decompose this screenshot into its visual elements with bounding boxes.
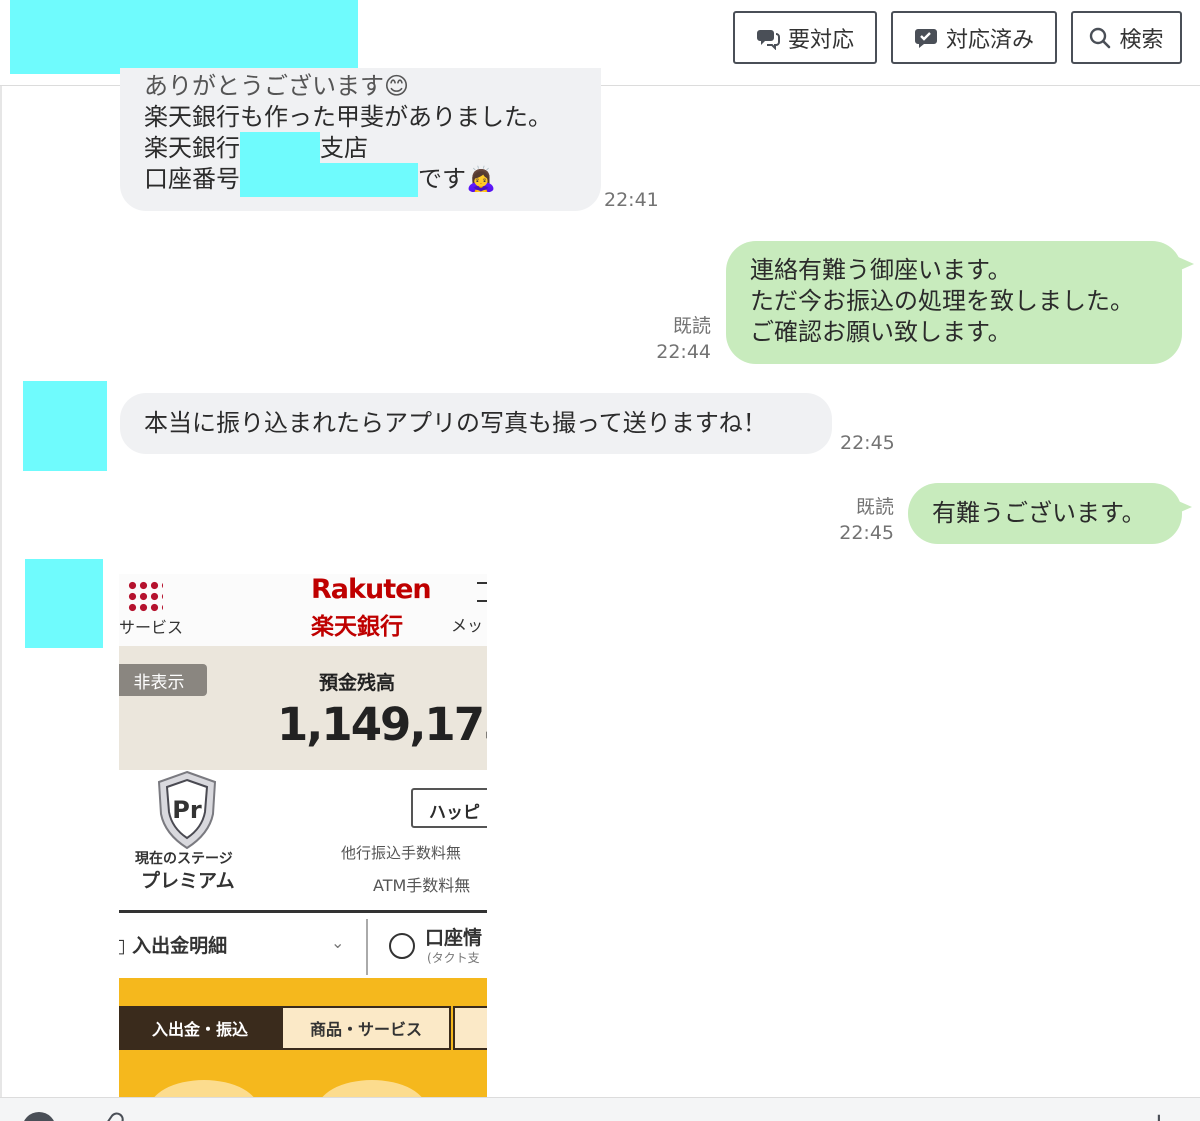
tab-products-services-label: 商品・サービス (309, 1020, 422, 1039)
plus-icon[interactable]: + (1148, 1110, 1170, 1121)
hide-balance-button: 非表示 (119, 664, 207, 696)
happy-program-button: ハッピ (411, 788, 487, 828)
incoming-message-bubble: ありがとうございます😊 楽天銀行も作った甲斐がありました。 楽天銀行 支店 口座… (120, 68, 601, 211)
menu-divider (366, 919, 368, 975)
emoji-icon[interactable] (22, 1112, 56, 1121)
message-text-line: 楽天銀行も作った甲斐がありました。 (144, 103, 552, 131)
chat-bubbles-icon (756, 29, 780, 50)
needs-response-label: 要対応 (787, 27, 854, 53)
bubble-tail (1176, 256, 1194, 272)
account-info-sub: (タクト支 (427, 951, 480, 965)
hide-balance-label: 非表示 (133, 672, 185, 693)
tab-deposit-transfer-label: 入出金・振込 (151, 1020, 248, 1039)
bank-name: 楽天銀行 (311, 614, 403, 640)
services-label: サービス (119, 618, 184, 637)
message-time: 22:45 (840, 432, 895, 454)
outgoing-message-bubble: 連絡有難う御座います。 ただ今お振込の処理を致しました。 ご確認お願い致します。 (726, 241, 1182, 364)
tab-deposit-transfer: 入出金・振込 (119, 1006, 281, 1050)
balance-label: 預金残高 (319, 672, 396, 694)
search-icon (1090, 27, 1111, 48)
atm-fee-text: ATM手数料無 (373, 876, 471, 895)
stage-caption: 現在のステージ (135, 851, 233, 867)
account-menu-row: ▯ 入出金明細 ⌄ 口座情 (タクト支 (119, 910, 487, 978)
message-composer: + (0, 1097, 1200, 1121)
tab-more (453, 1006, 487, 1050)
services-grid-icon (127, 580, 163, 614)
bank-app-screenshot-image[interactable]: サービス Rakuten 楽天銀行 メッ 非表示 預金残高 1,149,175円… (119, 574, 487, 1097)
member-stage-section: Pr 現在のステージ プレミアム ハッピ 他行振込手数料無 ATM手数料無 (119, 770, 487, 910)
account-info-label: 口座情 (425, 927, 483, 949)
message-text-line: 連絡有難う御座います。 (750, 256, 1012, 284)
message-icon (477, 582, 487, 602)
message-label: メッ (451, 616, 484, 635)
message-text-line: 口座番号 (144, 165, 240, 193)
message-text-line: 支店 (320, 134, 368, 162)
responded-button[interactable]: 対応済み (891, 11, 1057, 64)
bank-tabs-section: 入出金・振込 商品・サービス (119, 978, 487, 1097)
message-text-line: ご確認お願い致します。 (750, 318, 1012, 346)
bank-app-header: サービス Rakuten 楽天銀行 メッ (119, 574, 487, 646)
decorative-circle (149, 1080, 259, 1097)
bubble-tail (1176, 500, 1192, 514)
attachment-icon[interactable] (103, 1109, 127, 1121)
header-overlap-cover (0, 64, 1200, 86)
message-time: 22:45 (839, 522, 894, 544)
left-border (0, 86, 2, 1121)
message-text-line: です🙇‍♀️ (418, 165, 496, 193)
happy-program-label: ハッピ (429, 803, 480, 823)
smiley-icon (389, 933, 415, 959)
transfer-fee-text: 他行振込手数料無 (341, 844, 462, 862)
tab-products-services: 商品・サービス (281, 1006, 451, 1050)
stage-name: プレミアム (141, 870, 235, 892)
search-label: 検索 (1119, 27, 1164, 53)
redacted-branch-name (240, 131, 320, 166)
incoming-message-bubble: 本当に振り込まれたらアプリの写真も撮って送りますね！ (120, 393, 832, 454)
read-receipt: 既読 (672, 315, 711, 337)
message-text-line: 有難うございます。 (932, 499, 1146, 527)
outgoing-message-bubble: 有難うございます。 (908, 483, 1182, 544)
balance-amount: 1,149,175 (277, 698, 487, 751)
decorative-circle (317, 1080, 427, 1097)
chevron-down-icon: ⌄ (331, 933, 345, 952)
avatar[interactable] (25, 559, 103, 648)
balance-section: 非表示 預金残高 1,149,175円 (119, 646, 487, 770)
message-text-line: 楽天銀行 (144, 134, 240, 162)
rakuten-logo: Rakuten (311, 574, 432, 605)
balance-value: 1,149,175円 (277, 698, 487, 751)
stage-badge-text: Pr (172, 796, 202, 824)
message-time: 22:44 (656, 341, 711, 363)
avatar[interactable] (23, 381, 107, 471)
redacted-account-number (240, 162, 418, 197)
read-receipt: 既読 (855, 496, 894, 518)
message-text-line: 本当に振り込まれたらアプリの写真も撮って送りますね！ (144, 409, 767, 437)
chat-check-icon (914, 28, 937, 48)
message-text-line: ただ今お振込の処理を致しました。 (750, 287, 1134, 315)
needs-response-button[interactable]: 要対応 (733, 11, 877, 64)
statement-menu-text: 入出金明細 (132, 935, 228, 957)
redacted-contact-name (10, 0, 358, 74)
premium-shield-icon: Pr (157, 770, 217, 850)
search-button[interactable]: 検索 (1071, 11, 1182, 64)
responded-label: 対応済み (945, 27, 1034, 53)
message-time: 22:41 (604, 189, 659, 211)
statement-menu-label: ▯ 入出金明細 (119, 935, 228, 957)
